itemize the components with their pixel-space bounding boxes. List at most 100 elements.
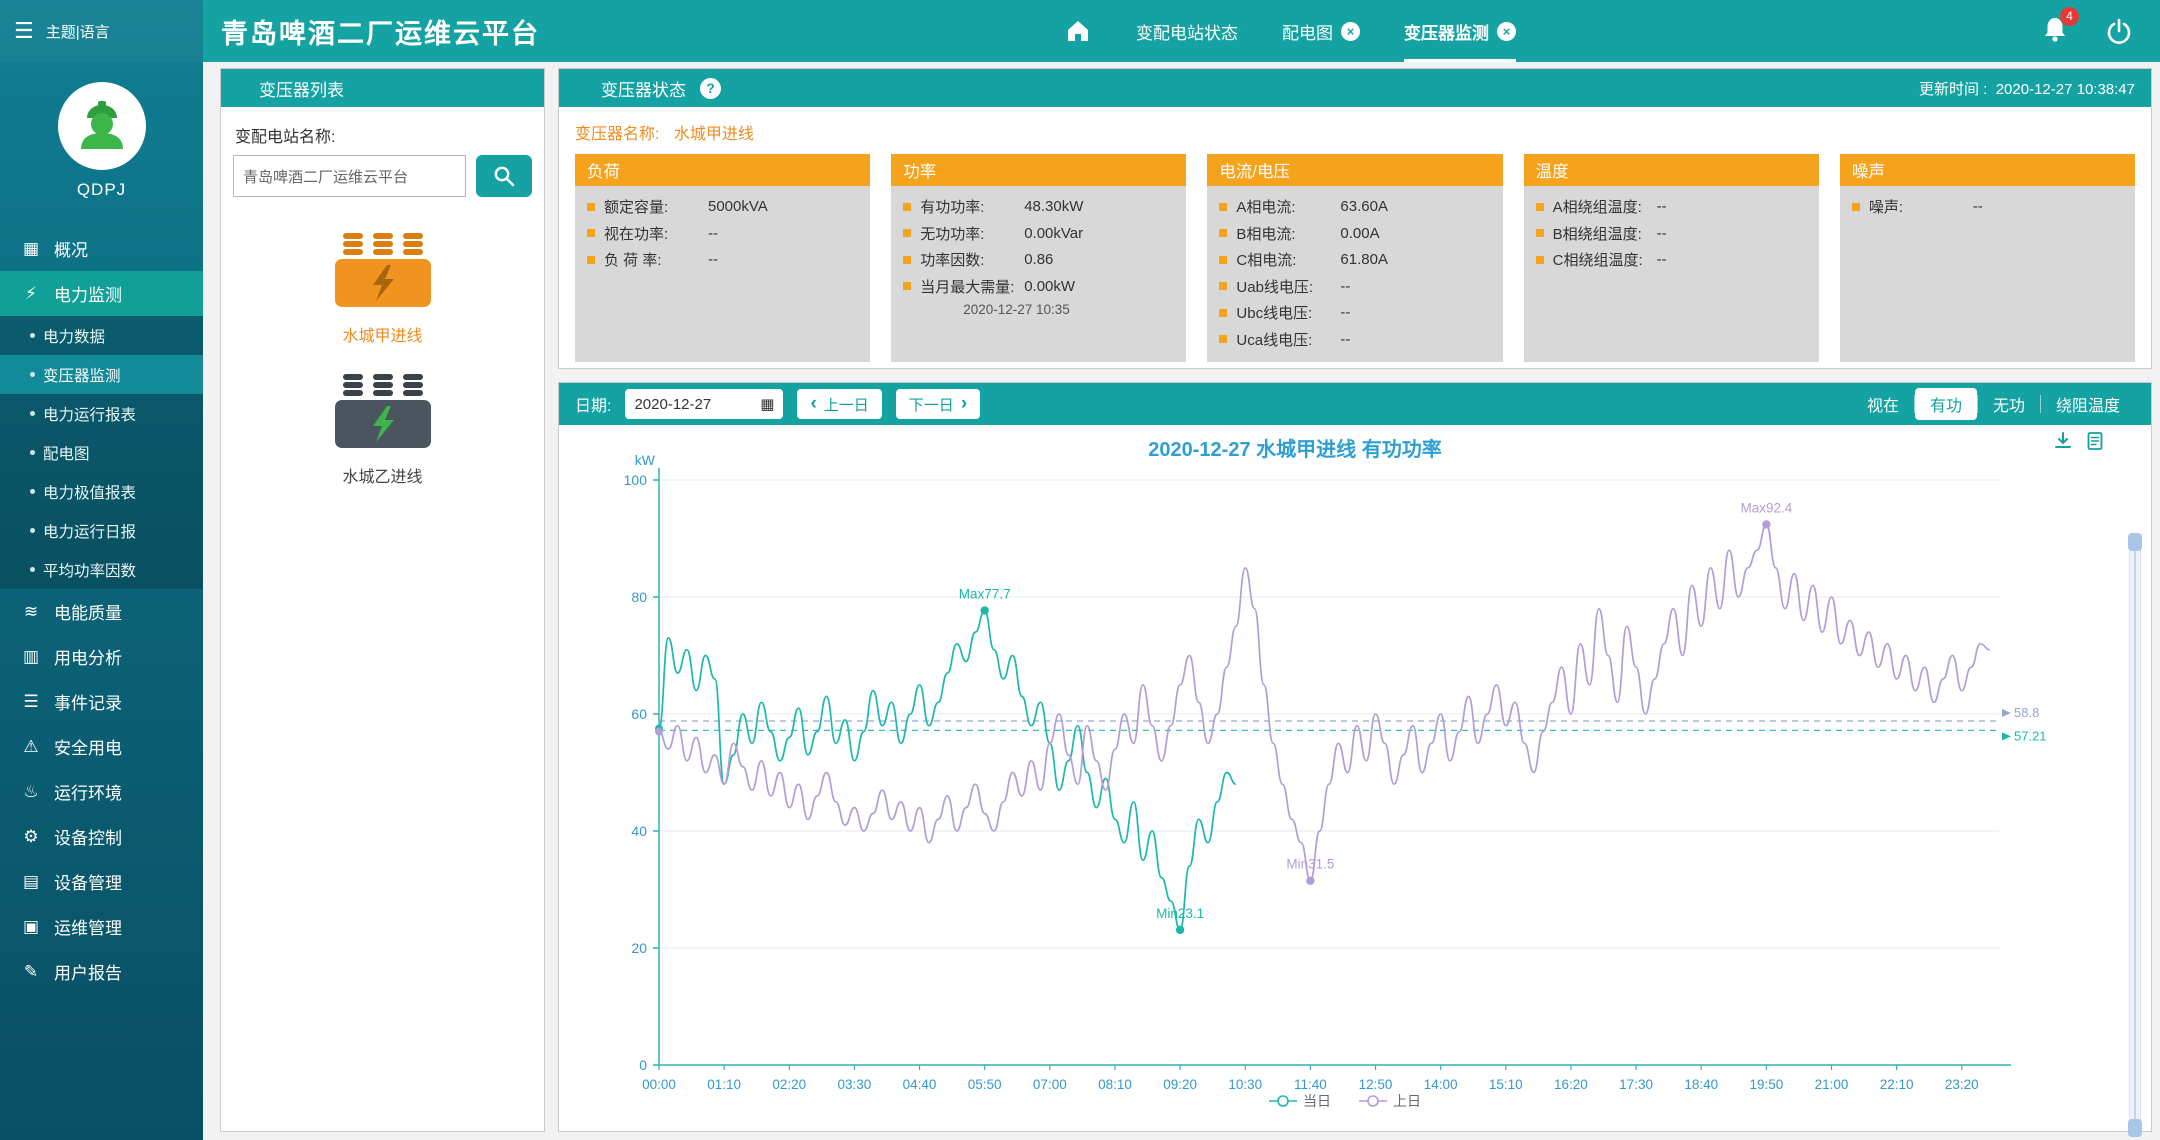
metric-label: C相电流:	[1236, 249, 1332, 270]
sidebar-item-label: 事件记录	[54, 689, 122, 714]
metric-value: --	[708, 225, 718, 242]
sidebar-item-label: 设备控制	[54, 824, 122, 849]
submenu-item-label: 电力极值报表	[43, 481, 136, 503]
sidebar-item-概况[interactable]: ▦概况	[0, 226, 203, 271]
metric-label: 功率因数:	[920, 249, 1016, 270]
sidebar-item-事件记录[interactable]: ☰ 事件记录	[0, 679, 203, 724]
slider-handle-bottom[interactable]	[2128, 1119, 2142, 1137]
sidebar-item-设备管理[interactable]: ▤设备管理	[0, 859, 203, 904]
station-search-input[interactable]	[233, 155, 466, 197]
help-icon[interactable]: ?	[700, 78, 721, 99]
download-icon[interactable]	[2053, 431, 2073, 451]
submenu-item-配电图[interactable]: 配电图	[0, 433, 203, 472]
station-name-label: 变配电站名称:	[235, 123, 530, 147]
metric-value: 5000kVA	[708, 198, 768, 215]
card-row: 无功功率:0.00kVar	[903, 223, 1174, 244]
metric-label: 当月最大需量:	[920, 276, 1016, 297]
card-row: 噪声:--	[1852, 196, 2123, 217]
x-tick-label: 01:10	[707, 1077, 741, 1092]
sidebar-item-安全用电[interactable]: ⚠安全用电	[0, 724, 203, 769]
tab-变配电站状态[interactable]: 变配电站状态	[1136, 0, 1238, 62]
bullet-icon	[1536, 256, 1544, 264]
chart-region: 2020-12-27 水城甲进线 有功功率 020406080100kW00:0…	[559, 425, 2151, 1131]
annotation-marker	[1762, 520, 1770, 528]
mode-toggle-绕阻温度[interactable]: 绕阻温度	[2041, 388, 2135, 420]
transformer-item-水城甲进线[interactable]: 水城甲进线	[333, 231, 433, 346]
date-picker[interactable]: 2020-12-27 ▦	[625, 389, 783, 419]
tab-close-icon[interactable]: ×	[1497, 22, 1516, 41]
user-report-icon: ✎	[20, 962, 42, 982]
card-title: 噪声	[1840, 154, 2135, 186]
sidebar-item-电能质量[interactable]: ≋电能质量	[0, 589, 203, 634]
avatar[interactable]	[58, 82, 146, 170]
tab-label: 配电图	[1282, 19, 1333, 44]
report-list-icon[interactable]	[2085, 431, 2105, 451]
reference-label: 58.8	[2014, 705, 2039, 720]
submenu-item-电力运行报表[interactable]: 电力运行报表	[0, 394, 203, 433]
x-tick-label: 04:40	[903, 1077, 937, 1092]
card-row: 有功功率:48.30kW	[903, 196, 1174, 217]
bullet-icon	[30, 450, 35, 455]
metric-value: 48.30kW	[1024, 198, 1083, 215]
metric-label: 额定容量:	[604, 196, 700, 217]
metric-label: 无功功率:	[920, 223, 1016, 244]
metric-value: --	[708, 251, 718, 268]
power-icon[interactable]	[2104, 16, 2134, 46]
submenu-item-电力极值报表[interactable]: 电力极值报表	[0, 472, 203, 511]
mode-toggle-无功[interactable]: 无功	[1978, 388, 2040, 420]
card-title: 负荷	[575, 154, 870, 186]
power-quality-icon: ≋	[20, 602, 42, 622]
card-row: 视在功率:--	[587, 223, 858, 244]
svg-text:当日: 当日	[1303, 1093, 1331, 1109]
submenu-item-变压器监测[interactable]: 变压器监测	[0, 355, 203, 394]
metric-label: B相电流:	[1236, 223, 1332, 244]
tab-close-icon[interactable]: ×	[1341, 22, 1360, 41]
x-tick-label: 02:20	[772, 1077, 806, 1092]
status-card-功率: 功率有功功率:48.30kW无功功率:0.00kVar功率因数:0.86当月最大…	[891, 154, 1186, 362]
x-tick-label: 18:40	[1684, 1077, 1718, 1092]
next-day-button[interactable]: 下一日 ›	[896, 389, 980, 419]
sidebar-item-用电分析[interactable]: ▥用电分析	[0, 634, 203, 679]
sidebar-item-电力监测[interactable]: ⚡电力监测	[0, 271, 203, 316]
metric-label: Uca线电压:	[1236, 329, 1332, 350]
tab-配电图[interactable]: 配电图 ×	[1282, 0, 1360, 62]
transformer-item-水城乙进线[interactable]: 水城乙进线	[333, 372, 433, 487]
hamburger-menu-icon[interactable]: ☰	[14, 18, 34, 44]
submenu-item-label: 配电图	[43, 442, 90, 464]
mode-toggle-视在[interactable]: 视在	[1852, 388, 1914, 420]
x-tick-label: 17:30	[1619, 1077, 1653, 1092]
legend-item-当日[interactable]: 当日	[1269, 1093, 1331, 1109]
x-tick-label: 07:00	[1033, 1077, 1067, 1092]
mode-toggle-有功[interactable]: 有功	[1915, 388, 1977, 420]
submenu-item-电力数据[interactable]: 电力数据	[0, 316, 203, 355]
user-profile: QDPJ	[0, 62, 203, 208]
tab-label: 变压器监测	[1404, 19, 1489, 44]
theme-language-link[interactable]: 主题|语言	[46, 21, 110, 42]
tab-label: 变配电站状态	[1136, 19, 1238, 44]
bullet-icon	[903, 256, 911, 264]
search-button[interactable]	[476, 155, 532, 197]
update-time: 更新时间 : 2020-12-27 10:38:47	[1919, 78, 2135, 99]
sidebar-item-设备控制[interactable]: ⚙设备控制	[0, 814, 203, 859]
sidebar-item-用户报告[interactable]: ✎用户报告	[0, 949, 203, 994]
metric-label: B相绕组温度:	[1553, 223, 1649, 244]
status-card-温度: 温度A相绕组温度:--B相绕组温度:--C相绕组温度:--	[1524, 154, 1819, 362]
series-start-marker	[655, 728, 663, 736]
x-tick-label: 15:10	[1489, 1077, 1523, 1092]
home-icon[interactable]	[1064, 17, 1092, 45]
event-log-icon: ☰	[20, 692, 42, 712]
metric-value: --	[1340, 331, 1350, 348]
tab-变压器监测[interactable]: 变压器监测 ×	[1404, 0, 1516, 62]
legend-item-上日[interactable]: 上日	[1359, 1093, 1421, 1109]
submenu-item-电力运行日报[interactable]: 电力运行日报	[0, 511, 203, 550]
submenu-item-平均功率因数[interactable]: 平均功率因数	[0, 550, 203, 589]
x-tick-label: 03:30	[838, 1077, 872, 1092]
notification-bell[interactable]: 4	[2040, 14, 2070, 49]
sidebar-item-运维管理[interactable]: ▣运维管理	[0, 904, 203, 949]
sidebar-item-运行环境[interactable]: ♨运行环境	[0, 769, 203, 814]
chart-zoom-slider[interactable]	[2129, 535, 2141, 1135]
x-tick-label: 21:00	[1815, 1077, 1849, 1092]
prev-day-button[interactable]: ‹ 上一日	[797, 389, 881, 419]
metric-value: --	[1340, 278, 1350, 295]
slider-handle-top[interactable]	[2128, 533, 2142, 551]
